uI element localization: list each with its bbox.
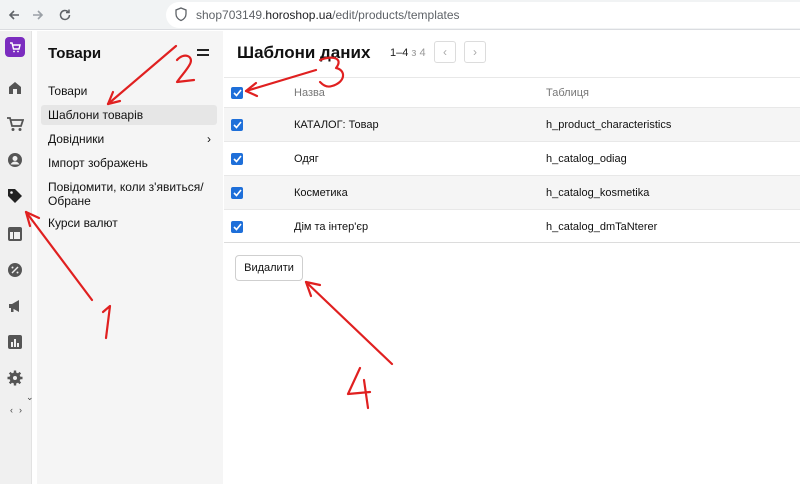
sidebar-item-label: Довідники xyxy=(48,132,105,146)
pager-of: з xyxy=(411,47,417,59)
pager-text: 1–4 з 4 xyxy=(390,47,426,59)
chevron-left-icon: ‹ xyxy=(10,405,13,415)
row-checkbox[interactable] xyxy=(231,187,243,199)
user-icon[interactable] xyxy=(4,149,26,171)
megaphone-icon[interactable] xyxy=(4,295,26,317)
sidebar-item-notify-favorites[interactable]: Повідомити, коли з'явиться/ Обране xyxy=(41,177,213,211)
row-table: h_product_characteristics xyxy=(546,119,672,131)
delete-button[interactable]: Видалити xyxy=(235,255,303,281)
row-checkbox[interactable] xyxy=(231,119,243,131)
table-row[interactable]: Одяг h_catalog_odiag xyxy=(224,141,800,175)
column-header-name[interactable]: Назва xyxy=(294,87,325,99)
tag-icon[interactable] xyxy=(4,185,26,207)
row-name[interactable]: Косметика xyxy=(294,187,348,199)
row-table: h_catalog_odiag xyxy=(546,153,627,165)
rail-collapse-toggle[interactable]: ‹ › xyxy=(0,403,32,417)
back-button[interactable] xyxy=(4,5,24,25)
chevron-right-icon: › xyxy=(19,405,22,415)
sidebar-item-products[interactable]: Товари xyxy=(41,81,217,101)
home-icon[interactable] xyxy=(4,77,26,99)
row-name[interactable]: Одяг xyxy=(294,153,319,165)
row-checkbox[interactable] xyxy=(231,153,243,165)
page-title: Шаблони даних xyxy=(237,43,371,62)
chevron-right-icon: › xyxy=(207,132,211,146)
chevron-left-icon: ‹ xyxy=(443,45,447,59)
forward-arrow-icon xyxy=(33,10,44,20)
menu-icon[interactable] xyxy=(197,49,209,59)
section-sidebar: Товари Товари Шаблони товарів Довідники … xyxy=(37,31,223,484)
cart-icon[interactable] xyxy=(4,113,26,135)
sidebar-item-currency-rates[interactable]: Курси валют xyxy=(41,213,217,233)
site-info-icon[interactable] xyxy=(174,7,188,27)
sidebar-item-directories[interactable]: Довідники › xyxy=(41,129,217,149)
logo-icon[interactable] xyxy=(5,37,25,57)
url-text: shop703149.horoshop.ua/edit/products/tem… xyxy=(196,8,460,22)
check-icon xyxy=(232,155,242,163)
row-table: h_catalog_kosmetika xyxy=(546,187,650,199)
sidebar-item-product-templates[interactable]: Шаблони товарів xyxy=(41,105,217,125)
layout-icon[interactable] xyxy=(4,223,26,245)
row-checkbox[interactable] xyxy=(231,221,243,233)
icon-rail: ‹ › xyxy=(0,31,32,484)
check-icon xyxy=(232,89,242,97)
back-arrow-icon xyxy=(8,10,19,20)
check-icon xyxy=(232,121,242,129)
reload-icon xyxy=(59,9,71,21)
table-row[interactable]: Дім та інтер'єр h_catalog_dmTaNterer xyxy=(224,209,800,243)
templates-table: Назва Таблиця КАТАЛОГ: Товар h_product_c… xyxy=(224,77,800,243)
sidebar-item-image-import[interactable]: Імпорт зображень xyxy=(41,153,217,173)
percent-icon[interactable] xyxy=(4,259,26,281)
column-header-table[interactable]: Таблиця xyxy=(546,87,589,99)
check-icon xyxy=(232,223,242,231)
gear-icon[interactable] xyxy=(4,367,26,389)
browser-toolbar: shop703149.horoshop.ua/edit/products/tem… xyxy=(0,0,800,30)
chevron-right-icon: › xyxy=(473,45,477,59)
prev-page-button[interactable]: ‹ xyxy=(434,41,456,63)
row-name[interactable]: КАТАЛОГ: Товар xyxy=(294,119,379,131)
table-row[interactable]: Косметика h_catalog_kosmetika xyxy=(224,175,800,209)
main-content: Шаблони даних 1–4 з 4 ‹ › Назва Таблиця … xyxy=(224,31,800,484)
row-table: h_catalog_dmTaNterer xyxy=(546,221,658,233)
next-page-button[interactable]: › xyxy=(464,41,486,63)
row-name[interactable]: Дім та інтер'єр xyxy=(294,221,368,233)
sidebar-title: Товари xyxy=(48,45,102,62)
pager-total: 4 xyxy=(419,47,426,59)
forward-button[interactable] xyxy=(28,5,48,25)
table-header-row: Назва Таблиця xyxy=(224,77,800,107)
reload-button[interactable] xyxy=(55,5,75,25)
table-row[interactable]: КАТАЛОГ: Товар h_product_characteristics xyxy=(224,107,800,141)
pager-range: 1–4 xyxy=(390,47,409,59)
chart-icon[interactable] xyxy=(4,331,26,353)
chevron-down-icon[interactable]: ⌄ xyxy=(26,392,34,403)
select-all-checkbox[interactable] xyxy=(231,87,243,99)
address-bar[interactable]: shop703149.horoshop.ua/edit/products/tem… xyxy=(166,2,800,28)
check-icon xyxy=(232,189,242,197)
